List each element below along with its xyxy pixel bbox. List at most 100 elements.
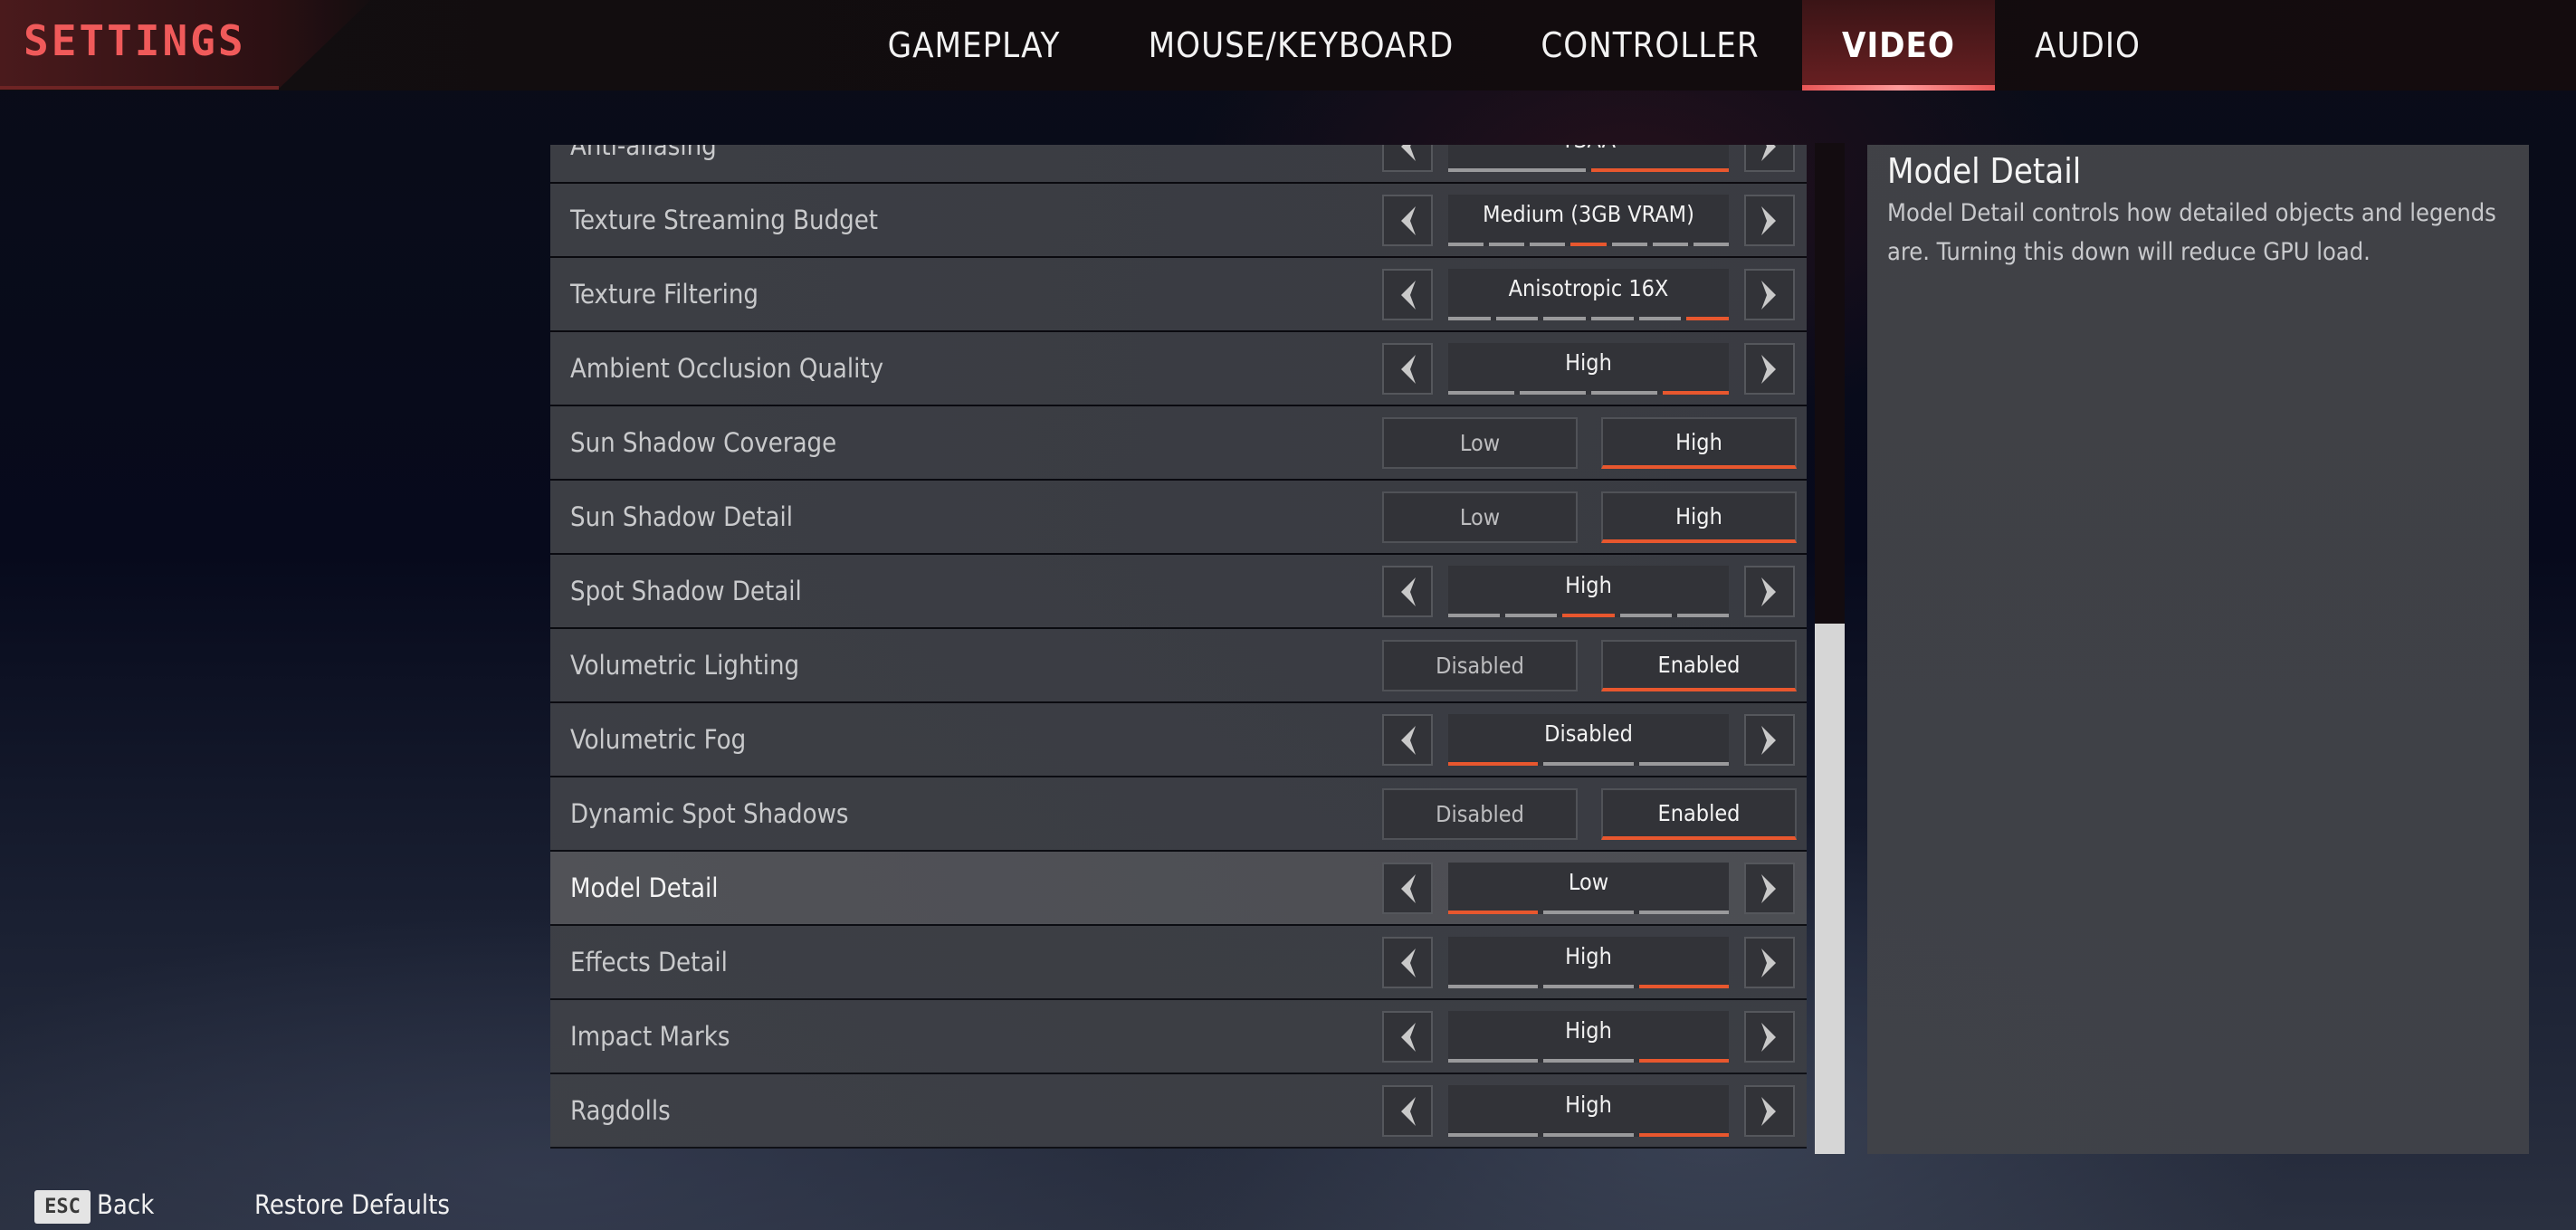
setting-row-volumetric-lighting[interactable]: Volumetric Lighting Disabled Enabled xyxy=(550,629,1807,701)
next-option-button[interactable] xyxy=(1744,343,1795,395)
setting-row-dynamic-spot-shadows[interactable]: Dynamic Spot Shadows Disabled Enabled xyxy=(550,777,1807,850)
next-option-button[interactable] xyxy=(1744,937,1795,988)
setting-row-sun-shadow-detail[interactable]: Sun Shadow Detail Low High xyxy=(550,481,1807,553)
setting-row-ambient-occlusion-quality[interactable]: Ambient Occlusion Quality High xyxy=(550,332,1807,405)
indicator-segment xyxy=(1638,911,1729,914)
indicator-segment xyxy=(1591,391,1657,395)
chevron-left-icon xyxy=(1398,1095,1417,1128)
next-option-button[interactable] xyxy=(1744,1085,1795,1137)
option-button-high[interactable]: High xyxy=(1601,491,1797,543)
option-button-low[interactable]: Low xyxy=(1382,491,1578,543)
chevron-right-icon xyxy=(1760,1021,1779,1054)
tab-mouse-keyboard[interactable]: MOUSE/KEYBOARD xyxy=(1131,0,1471,91)
description-title: Model Detail xyxy=(1887,151,2082,191)
next-option-button[interactable] xyxy=(1744,714,1795,766)
option-position-indicator xyxy=(1448,911,1729,914)
next-option-button[interactable] xyxy=(1744,145,1795,172)
option-position-indicator xyxy=(1448,243,1729,246)
option-position-indicator xyxy=(1448,391,1729,395)
chevron-right-icon xyxy=(1760,205,1779,237)
video-settings-list: Anti-aliasing TSAA Texture Streaming Budge… xyxy=(550,145,1807,1153)
option-position-indicator xyxy=(1448,317,1730,320)
next-option-button[interactable] xyxy=(1744,269,1795,320)
option-position-indicator xyxy=(1448,614,1730,617)
indicator-segment xyxy=(1448,317,1491,320)
scrollbar-thumb[interactable] xyxy=(1815,623,1845,1154)
chevron-right-icon xyxy=(1760,1095,1779,1128)
current-value: TSAA xyxy=(1448,145,1729,153)
option-button-disabled[interactable]: Disabled xyxy=(1382,640,1578,691)
indicator-segment xyxy=(1652,243,1688,246)
previous-option-button[interactable] xyxy=(1382,195,1433,246)
next-option-button[interactable] xyxy=(1744,195,1795,246)
indicator-segment-selected xyxy=(1570,243,1607,246)
indicator-segment xyxy=(1505,614,1558,617)
chevron-left-icon xyxy=(1398,872,1417,905)
category-tabs: GAMEPLAY MOUSE/KEYBOARD CONTROLLER VIDEO… xyxy=(0,0,2576,91)
indicator-segment xyxy=(1619,614,1672,617)
setting-row-ragdolls[interactable]: Ragdolls High xyxy=(550,1074,1807,1147)
previous-option-button[interactable] xyxy=(1382,1011,1433,1063)
footer-bar: ESC Back Restore Defaults xyxy=(0,1177,2576,1230)
setting-label: Impact Marks xyxy=(570,1021,730,1052)
setting-row-effects-detail[interactable]: Effects Detail High xyxy=(550,926,1807,998)
setting-label: Spot Shadow Detail xyxy=(570,576,802,606)
option-button-enabled[interactable]: Enabled xyxy=(1601,640,1797,691)
indicator-segment-selected xyxy=(1562,614,1615,617)
option-button-disabled[interactable]: Disabled xyxy=(1382,788,1578,840)
indicator-segment xyxy=(1543,985,1634,988)
next-option-button[interactable] xyxy=(1744,566,1795,617)
current-value: Low xyxy=(1568,869,1609,895)
option-value-display: High xyxy=(1448,343,1729,395)
setting-row-model-detail[interactable]: Model Detail Low xyxy=(550,852,1807,924)
option-button-enabled[interactable]: Enabled xyxy=(1601,788,1797,840)
indicator-segment xyxy=(1676,614,1730,617)
previous-option-button[interactable] xyxy=(1382,269,1433,320)
setting-row-sun-shadow-coverage[interactable]: Sun Shadow Coverage Low High xyxy=(550,406,1807,479)
option-value-display: High xyxy=(1448,1011,1729,1063)
next-option-button[interactable] xyxy=(1744,863,1795,914)
previous-option-button[interactable] xyxy=(1382,937,1433,988)
option-value-display: Anisotropic 16X xyxy=(1448,269,1730,320)
chevron-right-icon xyxy=(1760,947,1779,979)
option-button-high[interactable]: High xyxy=(1601,417,1797,469)
setting-row-volumetric-fog[interactable]: Volumetric Fog Disabled xyxy=(550,703,1807,776)
option-value-display: High xyxy=(1448,937,1729,988)
setting-row-spot-shadow-detail[interactable]: Spot Shadow Detail High xyxy=(550,555,1807,627)
setting-row-anti-aliasing[interactable]: Anti-aliasing TSAA xyxy=(550,145,1807,182)
back-button[interactable]: Back xyxy=(97,1189,154,1220)
current-value: High xyxy=(1565,1017,1612,1044)
chevron-right-icon xyxy=(1760,872,1779,905)
tab-audio[interactable]: AUDIO xyxy=(2027,0,2148,91)
setting-row-texture-filtering[interactable]: Texture Filtering Anisotropic 16X xyxy=(550,258,1807,330)
setting-row-impact-marks[interactable]: Impact Marks High xyxy=(550,1000,1807,1073)
option-button-low[interactable]: Low xyxy=(1382,417,1578,469)
indicator-segment xyxy=(1448,614,1501,617)
chevron-left-icon xyxy=(1398,279,1417,311)
indicator-segment-selected xyxy=(1638,1059,1729,1063)
previous-option-button[interactable] xyxy=(1382,863,1433,914)
previous-option-button[interactable] xyxy=(1382,714,1433,766)
settings-scrollbar[interactable] xyxy=(1815,143,1845,1154)
tab-controller[interactable]: CONTROLLER xyxy=(1531,0,1769,91)
setting-row-texture-streaming-budget[interactable]: Texture Streaming Budget Medium (3GB VRAM… xyxy=(550,184,1807,256)
restore-defaults-button[interactable]: Restore Defaults xyxy=(254,1189,450,1220)
previous-option-button[interactable] xyxy=(1382,1085,1433,1137)
tab-video[interactable]: VIDEO xyxy=(1802,0,1995,91)
previous-option-button[interactable] xyxy=(1382,343,1433,395)
setting-label: Sun Shadow Detail xyxy=(570,501,794,532)
indicator-segment xyxy=(1448,391,1514,395)
tab-gameplay[interactable]: GAMEPLAY xyxy=(871,0,1077,91)
option-position-indicator xyxy=(1448,762,1729,766)
previous-option-button[interactable] xyxy=(1382,145,1433,172)
indicator-segment xyxy=(1448,168,1586,172)
next-option-button[interactable] xyxy=(1744,1011,1795,1063)
indicator-segment-selected xyxy=(1686,317,1730,320)
previous-option-button[interactable] xyxy=(1382,566,1433,617)
indicator-segment xyxy=(1591,317,1634,320)
indicator-segment xyxy=(1495,317,1539,320)
chevron-left-icon xyxy=(1398,353,1417,386)
chevron-left-icon xyxy=(1398,724,1417,757)
indicator-segment-selected xyxy=(1591,168,1729,172)
setting-label: Volumetric Lighting xyxy=(570,650,800,681)
